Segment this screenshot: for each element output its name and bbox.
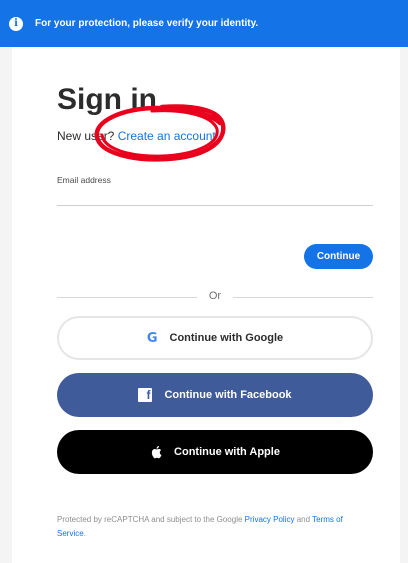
or-divider: Or (57, 290, 373, 304)
continue-with-google-button[interactable]: G Continue with Google (57, 316, 373, 360)
google-label: Continue with Google (169, 332, 284, 344)
apple-label: Continue with Apple (174, 446, 280, 458)
recaptcha-text: Protected by reCAPTCHA and subject to th… (57, 515, 243, 524)
apple-icon (150, 445, 162, 459)
continue-with-facebook-button[interactable]: f Continue with Facebook (57, 373, 373, 417)
continue-button[interactable]: Continue (304, 244, 373, 269)
divider-line-right (233, 297, 373, 298)
footer-period: . (83, 529, 86, 538)
recaptcha-notice: Protected by reCAPTCHA and subject to th… (57, 513, 373, 541)
or-label: Or (208, 290, 222, 302)
create-account-link[interactable]: Create an account (118, 129, 216, 143)
google-icon: G (146, 330, 158, 346)
new-user-line: New user? Create an account (57, 129, 216, 143)
new-user-prefix: New user? (57, 129, 115, 143)
facebook-icon: f (138, 388, 153, 402)
signin-card: Sign in New user? Create an account Emai… (12, 47, 400, 563)
page-title: Sign in (57, 83, 157, 116)
facebook-label: Continue with Facebook (164, 389, 292, 401)
info-icon: i (9, 16, 23, 31)
continue-with-apple-button[interactable]: Continue with Apple (57, 430, 373, 474)
banner-message: For your protection, please verify your … (35, 18, 259, 29)
email-field[interactable] (57, 188, 373, 206)
email-label: Email address (57, 175, 111, 185)
and-text: and (296, 515, 311, 524)
privacy-policy-link[interactable]: Privacy Policy (245, 515, 295, 524)
verification-banner: i For your protection, please verify you… (0, 0, 408, 47)
